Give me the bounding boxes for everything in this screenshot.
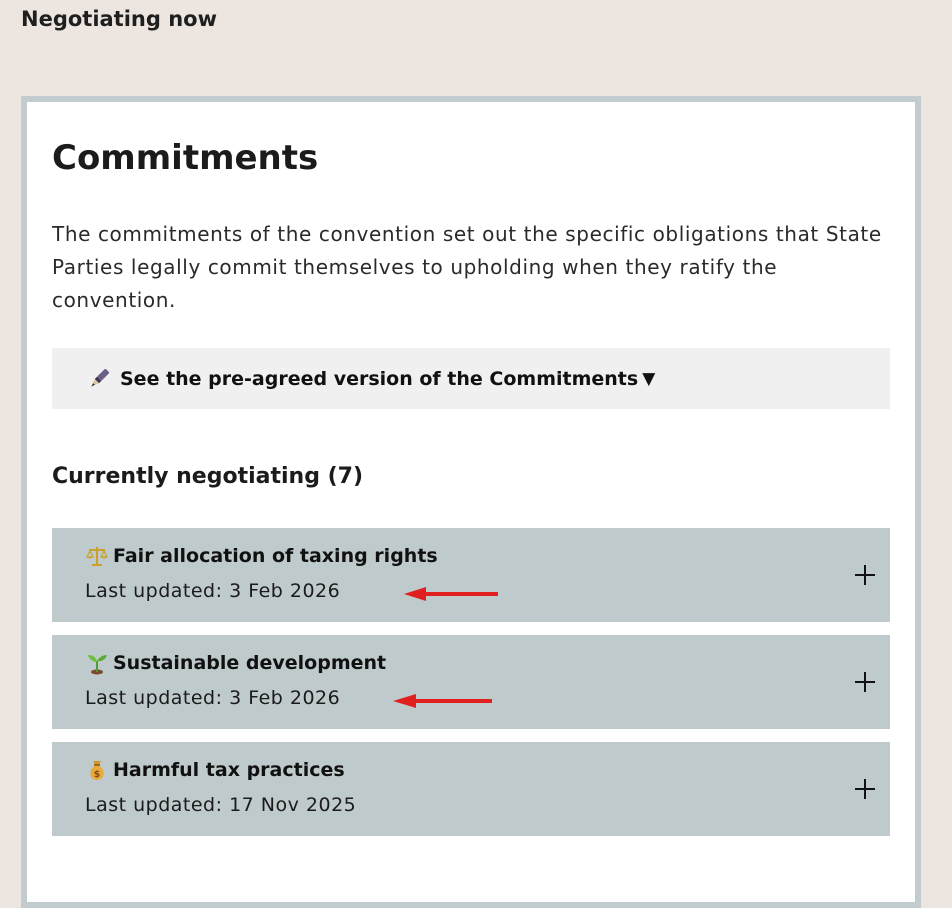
accordion-item-fair-allocation[interactable]: Fair allocation of taxing rights Last up… xyxy=(52,528,890,622)
plus-icon[interactable] xyxy=(854,564,876,586)
scales-icon xyxy=(85,544,109,568)
accordion-title: Sustainable development xyxy=(113,652,387,674)
money-bag-icon: $ xyxy=(85,758,109,782)
page-heading: Negotiating now xyxy=(21,7,217,31)
accordion-title: Fair allocation of taxing rights xyxy=(113,545,438,567)
annotation-arrow-icon xyxy=(404,587,498,601)
plus-icon[interactable] xyxy=(854,671,876,693)
caret-down-icon: ▼ xyxy=(642,368,656,389)
card-description: The commitments of the convention set ou… xyxy=(52,222,882,312)
commitments-card: Commitments The commitments of the conve… xyxy=(21,96,921,908)
accordion-item-sustainable-development[interactable]: Sustainable development Last updated: 3 … xyxy=(52,635,890,729)
svg-text:$: $ xyxy=(94,770,100,780)
accordion-title: Harmful tax practices xyxy=(113,759,345,781)
card-title: Commitments xyxy=(52,138,319,178)
last-updated: Last updated: 3 Feb 2026 xyxy=(85,580,341,602)
annotation-arrow-icon xyxy=(393,694,492,708)
seedling-icon xyxy=(85,651,109,675)
pen-icon xyxy=(86,366,112,392)
plus-icon[interactable] xyxy=(854,778,876,800)
preagreed-label: See the pre-agreed version of the Commit… xyxy=(120,367,639,390)
preagreed-toggle[interactable]: See the pre-agreed version of the Commit… xyxy=(52,348,890,409)
last-updated: Last updated: 17 Nov 2025 xyxy=(85,794,357,816)
section-heading: Currently negotiating (7) xyxy=(52,464,364,489)
last-updated: Last updated: 3 Feb 2026 xyxy=(85,687,341,709)
accordion-item-harmful-tax-practices[interactable]: $ Harmful tax practices Last updated: 17… xyxy=(52,742,890,836)
